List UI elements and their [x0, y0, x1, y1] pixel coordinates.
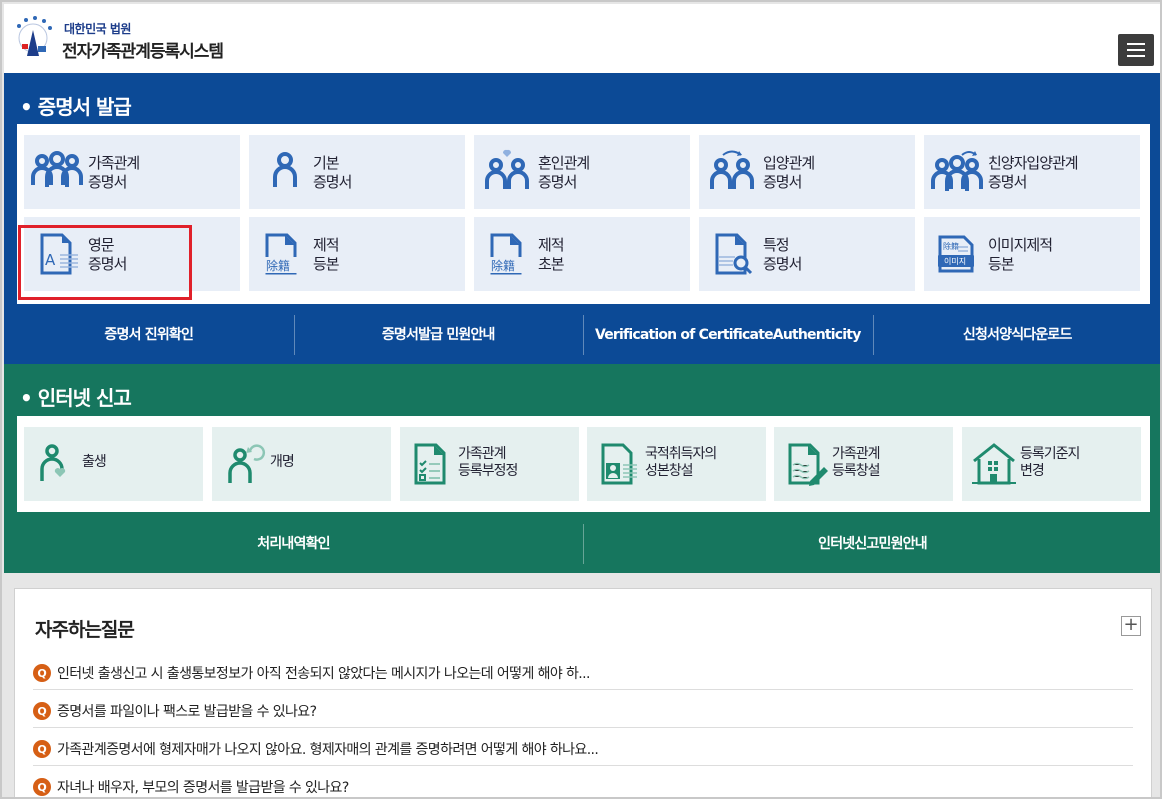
- svg-text:除籍: 除籍: [943, 241, 959, 251]
- tile-rename-report[interactable]: 개명: [212, 427, 391, 501]
- faq-more-button[interactable]: +: [1121, 616, 1141, 636]
- faq-item[interactable]: Q 자녀나 배우자, 부모의 증명서를 발급받을 수 있나요?: [33, 771, 1133, 797]
- tile-register-creation[interactable]: 가족관계 등록창설: [774, 427, 953, 501]
- tile-image-removed-register-copy[interactable]: 除籍 이미지 이미지제적 등본: [924, 217, 1140, 291]
- menu-line-icon: [1127, 49, 1145, 51]
- report-tile-panel: 출생 개명 가족관계 등록부정정 국적취득자의 성본창설 가족관계 등록창설 등…: [17, 416, 1150, 512]
- full-adoption-icon: [930, 147, 984, 197]
- tile-label: 기본 증명서: [313, 154, 352, 191]
- tile-label: 영문 증명서: [88, 236, 127, 273]
- section-title: • 인터넷 신고: [20, 386, 132, 410]
- svg-text:除籍: 除籍: [266, 258, 290, 273]
- section-title: • 증명서 발급: [20, 95, 132, 119]
- tile-birth-report[interactable]: 출생: [24, 427, 203, 501]
- family-icon: [30, 147, 84, 197]
- question-badge-icon: Q: [33, 702, 51, 720]
- form-download-link[interactable]: 신청서양식다운로드: [872, 315, 1161, 355]
- tile-label: 국적취득자의 성본창설: [645, 446, 717, 479]
- tile-basic-certificate[interactable]: 기본 증명서: [249, 135, 465, 209]
- tile-label: 출생: [82, 454, 107, 470]
- faq-question: 자녀나 배우자, 부모의 증명서를 발급받을 수 있나요?: [57, 780, 349, 796]
- tile-removed-register-copy[interactable]: 除籍 제적 등본: [249, 217, 465, 291]
- tile-label: 특정 증명서: [763, 236, 802, 273]
- tile-label: 가족관계 증명서: [88, 154, 140, 191]
- tile-label: 개명: [270, 454, 295, 470]
- menu-line-icon: [1127, 43, 1145, 45]
- tile-removed-register-extract[interactable]: 除籍 제적 초본: [474, 217, 690, 291]
- court-logo-icon[interactable]: [13, 16, 53, 60]
- svg-text:이미지: 이미지: [944, 256, 966, 266]
- question-badge-icon: Q: [33, 664, 51, 682]
- faq-item[interactable]: Q 인터넷 출생신고 시 출생통보정보가 아직 전송되지 않았다는 메시지가 나…: [33, 657, 1133, 690]
- faq-question: 인터넷 출생신고 시 출생통보정보가 아직 전송되지 않았다는 메시지가 나오는…: [57, 666, 590, 682]
- tile-label: 이미지제적 등본: [988, 236, 1053, 273]
- menu-line-icon: [1127, 55, 1145, 57]
- verification-english-link[interactable]: Verification of CertificateAuthenticity: [583, 315, 873, 355]
- removed-register-icon: 除籍: [255, 229, 309, 279]
- question-badge-icon: Q: [33, 740, 51, 758]
- svg-text:除籍: 除籍: [491, 258, 515, 273]
- tile-label: 가족관계 등록부정정: [458, 446, 518, 479]
- tile-label: 제적 등본: [313, 236, 340, 273]
- site-header: 대한민국 법원 전자가족관계등록시스템: [4, 4, 1160, 73]
- faq-question: 증명서를 파일이나 팩스로 발급받을 수 있나요?: [57, 704, 317, 720]
- image-register-icon: 除籍 이미지: [930, 229, 984, 279]
- tile-label: 입양관계 증명서: [763, 154, 815, 191]
- rename-icon: [218, 439, 272, 489]
- tile-registration-base-change[interactable]: 등록기준지 변경: [962, 427, 1141, 501]
- english-document-icon: A: [30, 229, 84, 279]
- question-badge-icon: Q: [33, 778, 51, 796]
- hamburger-menu-button[interactable]: [1118, 34, 1154, 66]
- tile-label: 친양자입양관계 증명서: [988, 154, 1079, 191]
- person-icon: [255, 147, 309, 197]
- report-guide-link[interactable]: 인터넷신고민원안내: [583, 524, 1160, 564]
- processing-history-link[interactable]: 처리내역확인: [4, 524, 583, 564]
- pen-document-icon: [780, 439, 834, 489]
- certificate-authenticity-link[interactable]: 증명서 진위확인: [4, 315, 294, 355]
- tile-family-certificate[interactable]: 가족관계 증명서: [24, 135, 240, 209]
- browser-frame: 대한민국 법원 전자가족관계등록시스템 • 증명서 발급 가족관계 증명서 기본…: [0, 0, 1162, 799]
- tile-label: 제적 초본: [538, 236, 565, 273]
- search-document-icon: [705, 229, 759, 279]
- tile-marriage-certificate[interactable]: 혼인관계 증명서: [474, 135, 690, 209]
- certificate-guide-link[interactable]: 증명서발급 민원안내: [293, 315, 584, 355]
- faq-title: 자주하는질문: [35, 619, 135, 641]
- faq-question: 가족관계증명서에 형제자매가 나오지 않아요. 형제자매의 관계를 증명하려면 …: [57, 742, 599, 758]
- removed-extract-icon: 除籍: [480, 229, 534, 279]
- faq-item[interactable]: Q 증명서를 파일이나 팩스로 발급받을 수 있나요?: [33, 695, 1133, 728]
- tile-adoption-certificate[interactable]: 입양관계 증명서: [699, 135, 915, 209]
- tile-specific-certificate[interactable]: 특정 증명서: [699, 217, 915, 291]
- report-link-bar: 처리내역확인 인터넷신고민원안내: [4, 514, 1160, 574]
- brand-title[interactable]: 전자가족관계등록시스템: [62, 37, 224, 62]
- birth-icon: [30, 439, 84, 489]
- tile-naturalized-surname-creation[interactable]: 국적취득자의 성본창설: [587, 427, 766, 501]
- marriage-icon: [480, 147, 534, 197]
- id-card-icon: [593, 439, 647, 489]
- tile-label: 등록기준지 변경: [1020, 446, 1080, 479]
- brand-subtitle: 대한민국 법원: [64, 22, 131, 36]
- tile-full-adoption-certificate[interactable]: 친양자입양관계 증명서: [924, 135, 1140, 209]
- faq-item[interactable]: Q 가족관계증명서에 형제자매가 나오지 않아요. 형제자매의 관계를 증명하려…: [33, 733, 1133, 766]
- tile-label: 가족관계 등록창설: [832, 446, 881, 479]
- faq-panel: 자주하는질문 + Q 인터넷 출생신고 시 출생통보정보가 아직 전송되지 않았…: [14, 588, 1152, 797]
- certificate-link-bar: 증명서 진위확인 증명서발급 민원안내 Verification of Cert…: [4, 305, 1161, 365]
- tile-label: 혼인관계 증명서: [538, 154, 590, 191]
- certificate-tile-panel: 가족관계 증명서 기본 증명서 혼인관계 증명서 입양관계 증명서 친양자입양관…: [17, 124, 1150, 304]
- checklist-icon: [406, 439, 460, 489]
- svg-text:A: A: [45, 251, 56, 269]
- adoption-icon: [705, 147, 759, 197]
- tile-register-correction[interactable]: 가족관계 등록부정정: [400, 427, 579, 501]
- tile-english-certificate[interactable]: A 영문 증명서: [24, 217, 240, 291]
- house-icon: [968, 439, 1022, 489]
